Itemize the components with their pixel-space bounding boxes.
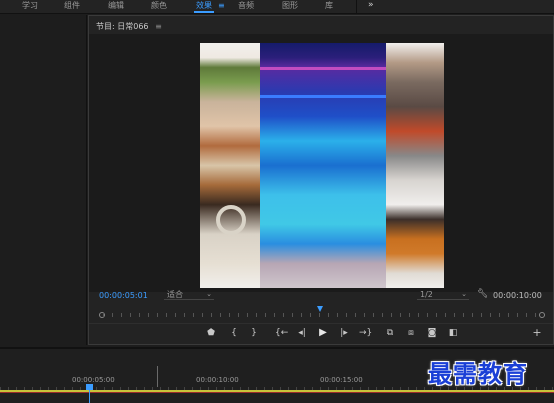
render-status-bar [0, 392, 554, 393]
workspace-tab-editing[interactable]: 编辑 [108, 0, 124, 11]
camera-icon[interactable]: ◙ [426, 327, 438, 339]
ruler-ticks [103, 313, 539, 317]
extract-icon[interactable]: ⧈ [405, 327, 417, 339]
workspace-tab-audio[interactable]: 音频 [238, 0, 254, 11]
mark-in-button[interactable]: { [228, 327, 240, 339]
fit-value: 适合 [167, 290, 183, 299]
workspace-menu-icon[interactable]: ≡ [218, 0, 225, 11]
workspace-tab-assembly[interactable]: 组件 [64, 0, 80, 11]
active-tab-indicator [194, 11, 214, 13]
play-button[interactable]: ▶ [317, 327, 329, 339]
step-forward-button[interactable]: |▸ [338, 327, 350, 339]
lift-icon[interactable]: ⧉ [384, 327, 396, 339]
resolution-value: 1/2 [420, 290, 433, 299]
monitor-time-ruler[interactable] [99, 312, 545, 318]
workspace-tab-effects[interactable]: 效果 [196, 0, 212, 11]
timeline-playhead-line [89, 390, 90, 403]
video-preview[interactable] [89, 34, 553, 292]
step-back-button[interactable]: ◂| [296, 327, 308, 339]
watermark-logo: 最需教育 [428, 359, 528, 388]
video-frame [200, 43, 444, 288]
timeline-in-marker [157, 366, 158, 387]
playback-resolution-dropdown[interactable]: 1/2 ⌄ [417, 289, 469, 300]
go-to-out-button[interactable]: →} [359, 327, 372, 339]
button-editor-icon[interactable]: + [531, 327, 543, 339]
add-marker-icon[interactable]: ⬟ [205, 327, 217, 339]
bowl-shape [216, 205, 246, 235]
workspace-tab-color[interactable]: 颜色 [151, 0, 167, 11]
food-clip [200, 43, 260, 288]
chevron-down-icon: ⌄ [461, 290, 467, 298]
program-monitor-title[interactable]: 节目: 日常066 ≡ [96, 21, 162, 32]
ruler-end-handle[interactable] [539, 312, 545, 318]
current-timecode[interactable]: 00:00:05:01 [99, 291, 148, 300]
mark-out-button[interactable]: } [248, 327, 260, 339]
grill-clip [386, 43, 444, 288]
fit-dropdown[interactable]: 适合 ⌄ [164, 289, 214, 300]
comparison-view-icon[interactable]: ◧ [447, 327, 459, 339]
workspace-tab-libraries[interactable]: 库 [325, 0, 333, 11]
arcade-clip [260, 43, 386, 288]
ruler-label: 00:00:05:00 [72, 376, 115, 384]
neon-stripe [260, 67, 386, 70]
workspace-overflow-icon[interactable]: » [368, 0, 374, 11]
workspace-divider [356, 0, 357, 13]
workspace-bar: 学习 组件 编辑 颜色 效果 ≡ 音频 图形 库 » [0, 0, 554, 14]
go-to-in-button[interactable]: {← [275, 327, 288, 339]
ruler-label: 00:00:10:00 [196, 376, 239, 384]
chevron-down-icon: ⌄ [206, 290, 212, 298]
neon-stripe [260, 95, 386, 98]
panel-menu-icon[interactable]: ≡ [155, 22, 162, 31]
workspace-tab-graphics[interactable]: 图形 [282, 0, 298, 11]
ruler-label: 00:00:15:00 [320, 376, 363, 384]
transport-controls: ⬟ { } {← ◂| ▶ |▸ →} ⧉ ⧈ ◙ ◧ + [89, 327, 553, 341]
wrench-icon[interactable]: 🔧︎ [477, 289, 488, 299]
sequence-name: 节目: 日常066 [96, 22, 149, 31]
workspace-tab-learn[interactable]: 学习 [22, 0, 38, 11]
divider [89, 323, 553, 324]
program-monitor: 节目: 日常066 ≡ 00:00:05:01 适合 ⌄ 1/2 ⌄ 🔧︎ 00… [88, 15, 554, 345]
duration-timecode: 00:00:10:00 [493, 291, 542, 300]
source-panel: ⊳| ⊡ [0, 15, 87, 356]
